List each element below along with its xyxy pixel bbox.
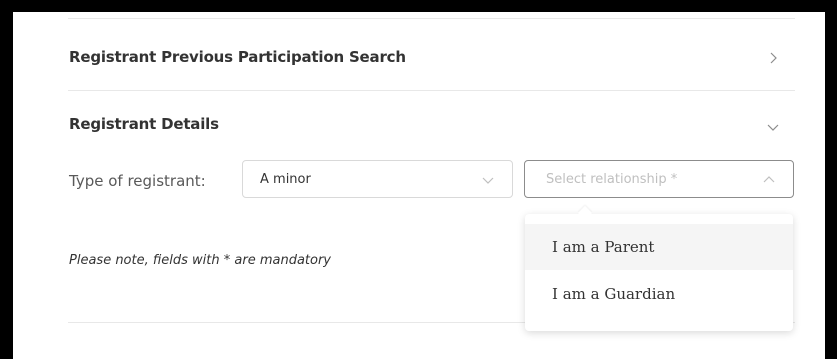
relationship-dropdown-menu: I am a Parent I am a Guardian	[525, 205, 793, 331]
registrant-type-select[interactable]: A minor	[242, 160, 513, 198]
section-registrant-details[interactable]: Registrant Details	[13, 91, 825, 146]
chevron-right-icon	[770, 52, 777, 64]
option-parent[interactable]: I am a Parent	[525, 224, 793, 270]
mandatory-fields-note: Please note, fields with * are mandatory	[69, 253, 331, 268]
chevron-down-icon	[767, 124, 779, 131]
section-title-registrant-details: Registrant Details	[69, 115, 219, 133]
option-guardian[interactable]: I am a Guardian	[525, 271, 793, 317]
chevron-down-icon	[482, 177, 494, 184]
type-of-registrant-label: Type of registrant:	[69, 172, 206, 190]
chevron-up-icon	[763, 176, 775, 183]
dropdown-caret	[577, 205, 593, 221]
section-title-previous-participation: Registrant Previous Participation Search	[69, 48, 406, 66]
section-previous-participation[interactable]: Registrant Previous Participation Search	[13, 19, 825, 90]
relationship-select[interactable]: Select relationship *	[524, 160, 794, 198]
registration-panel: Registrant Previous Participation Search…	[13, 12, 825, 359]
registrant-type-value: A minor	[260, 172, 311, 187]
relationship-placeholder: Select relationship *	[546, 172, 678, 187]
